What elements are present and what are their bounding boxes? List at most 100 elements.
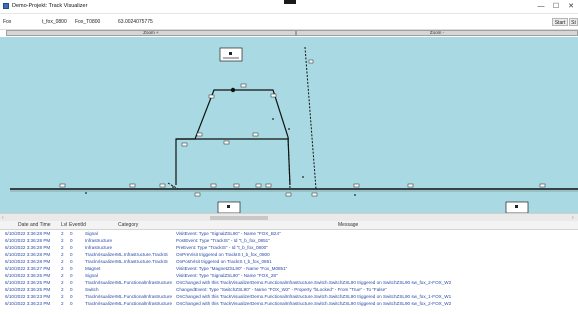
log-cell-category: Infrastructure — [85, 245, 113, 250]
log-row[interactable]: 6/10/2022 3:36:25 PM 2 0 TrackVisualizerML.… — [0, 279, 578, 286]
log-cell-level: 2 — [61, 252, 64, 257]
log-cell-message: OnPostVisit triggered on TrackIS t_b_fox… — [176, 259, 272, 264]
log-row[interactable]: 6/10/2022 3:36:23 PM 2 0 TrackVisualizerML.… — [0, 293, 578, 300]
log-cell-message: OnPreVisit triggered on TrackIS t_b_fox_… — [176, 252, 270, 257]
log-cell-level: 2 — [61, 231, 64, 236]
close-button[interactable]: ✕ — [564, 2, 578, 11]
station-box-top[interactable] — [219, 47, 243, 62]
signal-marker[interactable] — [265, 183, 272, 188]
log-cell-category: TrackVisualizerML.Infrastructure.TrackIS — [85, 259, 168, 264]
signal-marker[interactable] — [407, 183, 414, 188]
signal-marker[interactable] — [252, 132, 259, 137]
signal-marker[interactable] — [223, 140, 230, 145]
window-title: Demo-Projekt: Track Visualizer — [12, 3, 88, 9]
toolbar-field-track[interactable]: t_fox_0800 — [42, 19, 67, 25]
log-header: Date and Time Lvl EventId Category Messa… — [0, 221, 578, 230]
signal-marker[interactable] — [181, 142, 188, 147]
log-cell-event-id: 0 — [70, 301, 73, 306]
log-cell-category: TrackVisualizerML.FunctionalInfrastructu… — [85, 280, 173, 285]
column-level[interactable]: Lvl — [61, 222, 67, 228]
log-cell-message: OnChanged with this TrackVisualizerDemo.… — [176, 280, 452, 285]
scroll-thumb[interactable] — [210, 216, 268, 220]
log-cell-category: TrackVisualizerML.FunctionalInfrastructu… — [85, 294, 173, 299]
zoom-in-bar[interactable]: Zoom + — [6, 30, 296, 36]
log-row[interactable]: 6/10/2022 3:36:28 PM 2 0 Signal VisitEvent: … — [0, 230, 578, 237]
signal-marker[interactable] — [196, 132, 203, 137]
track-dot — [172, 186, 174, 188]
log-cell-level: 2 — [61, 273, 64, 278]
log-cell-level: 2 — [61, 301, 64, 306]
log-cell-event-id: 0 — [70, 287, 73, 292]
track-canvas[interactable] — [0, 37, 578, 213]
log-cell-message: OnChanged with this TrackVisualizerDemo.… — [176, 294, 452, 299]
signal-marker[interactable] — [285, 192, 292, 197]
signal-marker[interactable] — [59, 183, 66, 188]
log-row[interactable]: 6/10/2022 3:36:27 PM 2 0 Magnet VisitEvent: … — [0, 265, 578, 272]
column-event-id[interactable]: EventId — [69, 222, 86, 228]
signal-marker[interactable] — [539, 183, 546, 188]
event-log: Date and Time Lvl EventId Category Messa… — [0, 221, 578, 314]
track-dot — [288, 128, 290, 130]
signal-marker[interactable] — [233, 183, 240, 188]
signal-marker[interactable] — [210, 183, 217, 188]
signal-marker[interactable] — [159, 183, 166, 188]
log-cell-event-id: 0 — [70, 273, 73, 278]
column-category[interactable]: Category — [118, 222, 138, 228]
log-cell-event-id: 0 — [70, 266, 73, 271]
loop-track — [175, 89, 291, 186]
signal-marker[interactable] — [353, 183, 360, 188]
log-cell-category: Magnet — [85, 266, 101, 271]
log-cell-category: TrackVisualizerML.FunctionalInfrastructu… — [85, 301, 173, 306]
app-icon — [3, 3, 9, 9]
signal-marker[interactable] — [240, 83, 247, 88]
log-cell-level: 2 — [61, 238, 64, 243]
log-cell-message: OnChanged with this TrackVisualizerDemo.… — [176, 301, 452, 306]
signal-marker[interactable] — [308, 59, 314, 64]
maximize-button[interactable]: ☐ — [549, 2, 563, 11]
log-cell-message: VisitEvent: Type "SignalZSL90" - Name "F… — [176, 231, 281, 236]
log-row[interactable]: 6/10/2022 3:36:25 PM 2 0 Signal VisitEvent: … — [0, 272, 578, 279]
log-cell-category: TrackVisualizerML.Infrastructure.TrackIS — [85, 252, 168, 257]
log-cell-event-id: 0 — [70, 238, 73, 243]
log-cell-category: Signal — [85, 231, 98, 236]
log-rows: 6/10/2022 3:36:28 PM 2 0 Signal VisitEvent: … — [0, 230, 578, 307]
signal-marker[interactable] — [129, 183, 136, 188]
screen-notch — [284, 0, 296, 4]
log-cell-level: 2 — [61, 294, 64, 299]
log-cell-message: VisitEvent: Type "MagnetZSL90" - Name "F… — [176, 266, 288, 271]
signal-marker[interactable] — [194, 192, 201, 197]
signal-marker[interactable] — [311, 192, 318, 197]
station-box-bottom[interactable] — [217, 201, 241, 213]
log-row[interactable]: 6/10/2022 3:36:28 PM 2 0 TrackVisualizerML.… — [0, 258, 578, 265]
toolbar-field-name[interactable]: Fox_T0800 — [75, 19, 100, 25]
zoom-out-bar[interactable]: Zoom - — [296, 30, 578, 36]
log-row[interactable]: 6/10/2022 3:36:25 PM 2 0 Switch ChangedEvent… — [0, 286, 578, 293]
signal-marker[interactable] — [255, 183, 262, 188]
signal-marker[interactable] — [208, 94, 215, 99]
log-row[interactable]: 6/10/2022 3:36:23 PM 2 0 TrackVisualizerML.… — [0, 300, 578, 307]
minimize-button[interactable]: — — [534, 2, 548, 11]
station-box-right[interactable] — [505, 201, 529, 213]
log-cell-event-id: 0 — [70, 252, 73, 257]
column-message[interactable]: Message — [338, 222, 358, 228]
stop-button[interactable]: St — [569, 18, 578, 26]
log-row[interactable]: 6/10/2022 3:36:28 PM 2 0 TrackVisualizerML.… — [0, 251, 578, 258]
column-date-time[interactable]: Date and Time — [18, 222, 51, 228]
track-dot — [85, 192, 87, 194]
signal-marker[interactable] — [270, 93, 277, 98]
start-button[interactable]: Start — [552, 18, 568, 26]
track-dot — [272, 118, 274, 120]
log-cell-level: 2 — [61, 280, 64, 285]
track-diagram — [10, 46, 578, 213]
log-cell-category: Switch — [85, 287, 99, 292]
toolbar-field-project[interactable]: Fox — [3, 19, 11, 25]
log-cell-event-id: 0 — [70, 259, 73, 264]
log-cell-event-id: 0 — [70, 294, 73, 299]
log-row[interactable]: 6/10/2022 3:36:28 PM 2 0 Infrastructure Post… — [0, 237, 578, 244]
log-cell-event-id: 0 — [70, 231, 73, 236]
toolbar-coordinate: 63.0024075775 — [118, 19, 153, 25]
log-cell-category: Signal — [85, 273, 98, 278]
log-row[interactable]: 6/10/2022 3:36:28 PM 2 0 Infrastructure PreE… — [0, 244, 578, 251]
log-cell-category: Infrastructure — [85, 238, 113, 243]
log-cell-level: 2 — [61, 245, 64, 250]
